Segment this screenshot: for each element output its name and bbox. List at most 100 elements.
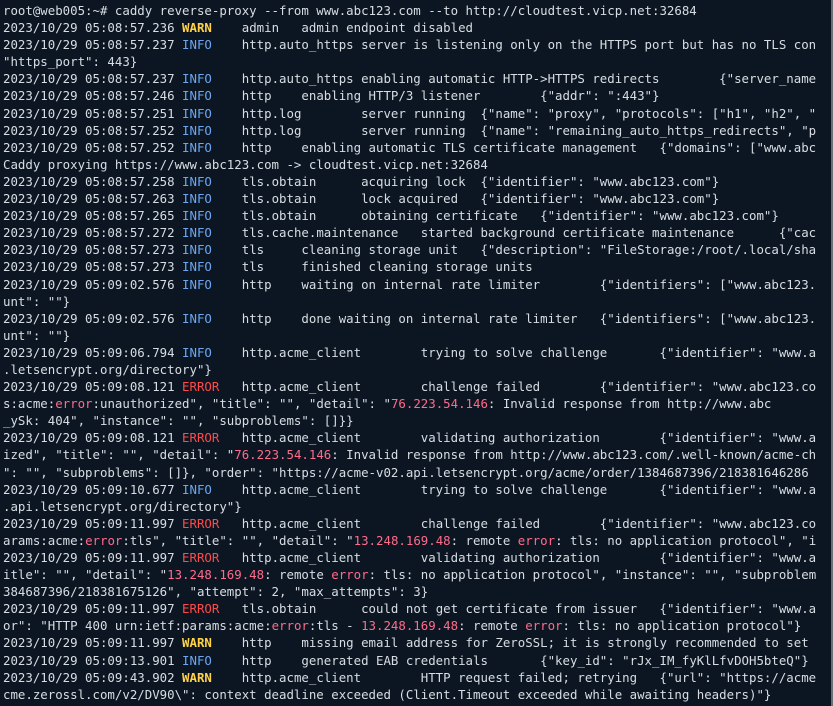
log-text: http.auto_https server is listening only… — [211, 37, 817, 53]
log-text: tls finished cleaning storage units — [211, 259, 533, 275]
log-text: 2023/10/29 05:09:02.576 — [3, 276, 183, 292]
log-line: Caddy proxying https://www.abc123.com ->… — [0, 156, 831, 173]
log-text: tls.cache.maintenance started background… — [211, 225, 817, 241]
log-text: http.acme_client HTTP request failed; re… — [211, 669, 817, 685]
log-level-info: INFO — [182, 71, 212, 87]
log-text: : Invalid response from http://www.abc12… — [331, 447, 817, 463]
log-text: http enabling automatic TLS certificate … — [211, 139, 817, 155]
log-text: http generated EAB credentials {"key_id"… — [211, 652, 809, 668]
log-level-info: INFO — [182, 139, 212, 155]
log-line: ": "", "subproblems": []}, "order": "htt… — [0, 464, 831, 481]
terminal-window[interactable]: root@web005:~# caddy reverse-proxy --fro… — [0, 0, 833, 706]
log-text: 2023/10/29 05:09:10.677 — [3, 481, 183, 497]
log-text: 2023/10/29 05:08:57.273 — [3, 242, 183, 258]
log-line: 2023/10/29 05:08:57.273 INFO tls finishe… — [0, 258, 831, 275]
log-level-warn: WARN — [182, 669, 212, 685]
log-text: 2023/10/29 05:08:57.236 — [3, 20, 183, 36]
log-level-info: INFO — [182, 37, 212, 53]
log-line: "https_port": 443} — [0, 53, 831, 70]
log-line: 2023/10/29 05:08:57.263 INFO tls.obtain … — [0, 190, 831, 207]
log-text: 2023/10/29 05:09:08.121 — [3, 379, 183, 395]
log-line: 384687396/218381675126", "attempt": 2, "… — [0, 583, 831, 600]
log-text: http.acme_client validating authorizatio… — [219, 430, 817, 446]
log-text: http done waiting on internal rate limit… — [211, 310, 817, 326]
log-line: .letsencrypt.org/directory"} — [0, 361, 831, 378]
log-line: unt": ""} — [0, 327, 831, 344]
log-text: tls.obtain lock acquired {"identifier": … — [211, 191, 720, 207]
highlighted-text: 13.248.169.48 — [353, 532, 451, 548]
log-text: 2023/10/29 05:09:08.121 — [3, 430, 183, 446]
log-text: 2023/10/29 05:08:57.251 — [3, 105, 183, 121]
log-level-info: INFO — [182, 276, 212, 292]
log-level-info: INFO — [182, 225, 212, 241]
log-line: 2023/10/29 05:09:11.997 ERROR http.acme_… — [0, 549, 831, 566]
log-line: 2023/10/29 05:08:57.237 INFO http.auto_h… — [0, 70, 831, 87]
log-level-info: INFO — [182, 173, 212, 189]
log-text: http.acme_client challenge failed {"iden… — [219, 515, 817, 531]
log-line: 2023/10/29 05:08:57.246 INFO http enabli… — [0, 87, 831, 104]
log-text: : tls: no application protocol", "i — [555, 532, 817, 548]
log-text: :tls", "title": "", "detail": " — [122, 532, 354, 548]
log-text: http.log server running {"name": "remain… — [211, 122, 817, 138]
log-text: 384687396/218381675126", "attempt": 2, "… — [3, 584, 429, 600]
log-text: 2023/10/29 05:09:43.902 — [3, 669, 183, 685]
log-text: http waiting on internal rate limiter {"… — [211, 276, 817, 292]
log-text: 2023/10/29 05:08:57.252 — [3, 122, 183, 138]
log-line: 2023/10/29 05:09:11.997 WARN http missin… — [0, 634, 831, 651]
highlighted-text: error — [517, 532, 556, 548]
log-line: itle": "", "detail": "13.248.169.48: rem… — [0, 566, 831, 583]
log-line: or": "HTTP 400 urn:ietf:params:acme: erro… — [0, 617, 831, 634]
log-level-error: ERROR — [182, 379, 220, 395]
log-level-error: ERROR — [182, 550, 220, 565]
log-level-warn: WARN — [182, 20, 212, 36]
highlighted-text: 13.248.169.48 — [167, 567, 265, 583]
log-line: 2023/10/29 05:08:57.265 INFO tls.obtain … — [0, 207, 831, 224]
log-text: or": "HTTP 400 urn:ietf:params:acme: — [3, 618, 272, 634]
log-line: 2023/10/29 05:09:02.576 INFO http done w… — [0, 310, 831, 327]
log-level-info: INFO — [182, 310, 212, 326]
log-line: 2023/10/29 05:09:11.997 ERROR tls.obtain… — [0, 600, 831, 617]
log-text: : remote — [458, 618, 526, 634]
log-text: cme.zerossl.com/v2/DV90\": context deadl… — [3, 686, 772, 702]
log-text: : Invalid response from http://www.abc — [487, 396, 772, 412]
log-line: 2023/10/29 05:08:57.252 INFO http.log se… — [0, 122, 831, 139]
log-text: tls.obtain acquiring lock {"identifier":… — [211, 173, 720, 189]
log-text: unt": ""} — [3, 327, 71, 343]
log-text: unt": ""} — [3, 293, 71, 309]
log-text: 2023/10/29 05:09:11.997 — [3, 601, 183, 617]
log-text: Caddy proxying https://www.abc123.com ->… — [3, 156, 488, 172]
highlighted-text: error — [525, 618, 563, 634]
log-level-info: INFO — [182, 105, 212, 121]
log-level-info: INFO — [182, 122, 212, 138]
log-text: ized", "title": "", "detail": " — [3, 447, 235, 463]
log-text: root@web005:~# caddy reverse-proxy --fro… — [3, 3, 697, 18]
log-line: 2023/10/29 05:09:08.121 ERROR http.acme_… — [0, 378, 831, 395]
highlighted-text: 76.223.54.146 — [234, 447, 332, 463]
log-line: 2023/10/29 05:09:11.997 ERROR http.acme_… — [0, 515, 831, 532]
log-line: 2023/10/29 05:08:57.272 INFO tls.cache.m… — [0, 224, 831, 241]
log-text: 2023/10/29 05:09:11.997 — [3, 635, 183, 651]
log-text: http.acme_client validating authorizatio… — [219, 550, 817, 565]
log-level-info: INFO — [182, 652, 212, 668]
log-text: admin admin endpoint disabled — [211, 20, 473, 36]
log-text: 2023/10/29 05:08:57.237 — [3, 71, 183, 87]
log-text: "https_port": 443} — [3, 54, 138, 70]
log-line: 2023/10/29 05:09:43.902 WARN http.acme_c… — [0, 669, 831, 686]
log-text: : tls: no application protocol"} — [562, 618, 802, 634]
log-line: _ySk: 404", "instance": "", "subproblems… — [0, 412, 831, 429]
log-text: s:acme: — [3, 396, 56, 412]
log-line: arams:acme:error:tls", "title": "", "det… — [0, 532, 831, 549]
log-line: unt": ""} — [0, 293, 831, 310]
log-text: http enabling HTTP/3 listener {"addr": "… — [211, 88, 660, 104]
log-text: http.acme_client trying to solve challen… — [211, 344, 817, 360]
log-text: _ySk: 404", "instance": "", "subproblems… — [3, 413, 354, 429]
log-level-info: INFO — [182, 259, 212, 275]
log-line: 2023/10/29 05:09:13.901 INFO http genera… — [0, 652, 831, 669]
log-text: 2023/10/29 05:08:57.252 — [3, 139, 183, 155]
log-line: .api.letsencrypt.org/directory"} — [0, 498, 831, 515]
log-text: 2023/10/29 05:08:57.263 — [3, 191, 183, 207]
log-text: : tls: no application protocol", "instan… — [368, 567, 817, 583]
log-text: 2023/10/29 05:09:11.997 — [3, 515, 183, 531]
log-text: 2023/10/29 05:09:02.576 — [3, 310, 183, 326]
log-level-info: INFO — [182, 88, 212, 104]
